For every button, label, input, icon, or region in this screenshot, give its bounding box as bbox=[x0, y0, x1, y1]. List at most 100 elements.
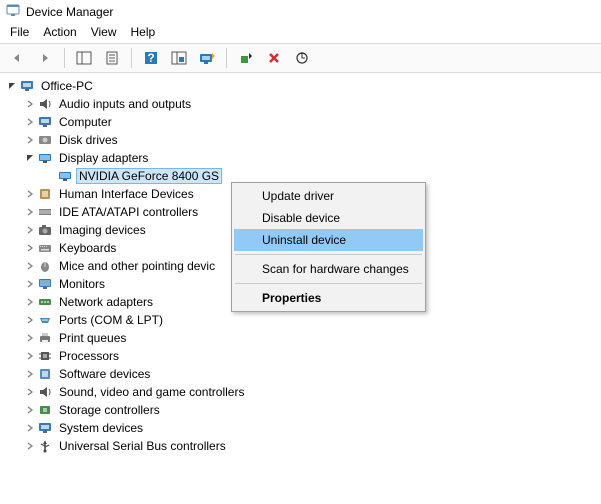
tree-item-sound[interactable]: Sound, video and game controllers bbox=[2, 383, 599, 401]
tree-item-label: Computer bbox=[56, 114, 115, 130]
tree-item-disk[interactable]: Disk drives bbox=[2, 131, 599, 149]
expand-arrow-icon[interactable] bbox=[24, 208, 36, 216]
svg-text:?: ? bbox=[147, 51, 154, 65]
tree-item-label: Disk drives bbox=[56, 132, 121, 148]
menu-file[interactable]: File bbox=[10, 25, 29, 39]
printer-icon bbox=[37, 330, 53, 346]
menubar: File Action View Help bbox=[0, 23, 601, 44]
tree-item-system[interactable]: System devices bbox=[2, 419, 599, 437]
context-menu-update-driver[interactable]: Update driver bbox=[234, 185, 423, 207]
tree-item-audio[interactable]: Audio inputs and outputs bbox=[2, 95, 599, 113]
software-icon bbox=[37, 366, 53, 382]
expand-arrow-icon[interactable] bbox=[24, 334, 36, 342]
tree-item-print[interactable]: Print queues bbox=[2, 329, 599, 347]
display-adapter-icon bbox=[37, 150, 53, 166]
uninstall-button[interactable] bbox=[263, 47, 285, 69]
expand-arrow-icon[interactable] bbox=[24, 136, 36, 144]
show-hide-tree-button[interactable] bbox=[73, 47, 95, 69]
expand-arrow-icon[interactable] bbox=[24, 100, 36, 108]
back-button[interactable] bbox=[6, 47, 28, 69]
expand-arrow-icon[interactable] bbox=[24, 226, 36, 234]
tree-item-label: Imaging devices bbox=[56, 222, 149, 238]
tree-item-processors[interactable]: Processors bbox=[2, 347, 599, 365]
device-manager-window: Device Manager File Action View Help ? O… bbox=[0, 0, 601, 504]
camera-icon bbox=[37, 222, 53, 238]
expand-arrow-icon[interactable] bbox=[24, 316, 36, 324]
tree-item-label: Ports (COM & LPT) bbox=[56, 312, 166, 328]
context-menu-scan-hardware[interactable]: Scan for hardware changes bbox=[234, 258, 423, 280]
menu-help[interactable]: Help bbox=[131, 25, 156, 39]
expand-arrow-icon[interactable] bbox=[24, 298, 36, 306]
window-title: Device Manager bbox=[26, 5, 113, 19]
scan-hardware-button[interactable] bbox=[291, 47, 313, 69]
device-tree[interactable]: Office-PC Audio inputs and outputs Compu… bbox=[0, 73, 601, 504]
monitor-icon bbox=[37, 276, 53, 292]
help-button[interactable]: ? bbox=[140, 47, 162, 69]
tree-item-label: Monitors bbox=[56, 276, 108, 292]
expand-arrow-icon[interactable] bbox=[24, 280, 36, 288]
toolbar: ? bbox=[0, 44, 601, 73]
system-icon bbox=[37, 420, 53, 436]
keyboard-icon bbox=[37, 240, 53, 256]
mouse-icon bbox=[37, 258, 53, 274]
tree-item-label: Audio inputs and outputs bbox=[56, 96, 194, 112]
display-adapter-icon bbox=[57, 168, 73, 184]
expand-arrow-icon[interactable] bbox=[24, 244, 36, 252]
cpu-icon bbox=[37, 348, 53, 364]
hid-icon bbox=[37, 186, 53, 202]
context-menu-separator bbox=[235, 283, 422, 284]
computer-icon bbox=[19, 78, 35, 94]
expand-arrow-icon[interactable] bbox=[24, 352, 36, 360]
speaker-icon bbox=[37, 384, 53, 400]
tree-item-storage[interactable]: Storage controllers bbox=[2, 401, 599, 419]
context-menu-properties[interactable]: Properties bbox=[234, 287, 423, 309]
network-icon bbox=[37, 294, 53, 310]
tree-item-label: Print queues bbox=[56, 330, 129, 346]
titlebar: Device Manager bbox=[0, 0, 601, 23]
expand-arrow-icon[interactable] bbox=[24, 388, 36, 396]
tree-item-computer[interactable]: Computer bbox=[2, 113, 599, 131]
toolbar-separator bbox=[64, 48, 65, 68]
tree-item-label: Mice and other pointing devic bbox=[56, 258, 218, 274]
tree-item-label: Universal Serial Bus controllers bbox=[56, 438, 229, 454]
enable-device-button[interactable] bbox=[235, 47, 257, 69]
expand-arrow-icon[interactable] bbox=[24, 406, 36, 414]
collapse-arrow-icon[interactable] bbox=[24, 154, 36, 162]
tree-root-label: Office-PC bbox=[38, 78, 96, 94]
expand-arrow-icon[interactable] bbox=[24, 424, 36, 432]
tree-item-label: Display adapters bbox=[56, 150, 151, 166]
tree-item-usb[interactable]: Universal Serial Bus controllers bbox=[2, 437, 599, 455]
expand-arrow-icon[interactable] bbox=[24, 118, 36, 126]
menu-action[interactable]: Action bbox=[43, 25, 76, 39]
app-icon bbox=[6, 3, 20, 20]
expand-arrow-icon[interactable] bbox=[24, 262, 36, 270]
computer-icon bbox=[37, 114, 53, 130]
speaker-icon bbox=[37, 96, 53, 112]
tree-item-display[interactable]: Display adapters bbox=[2, 149, 599, 167]
tree-item-label: IDE ATA/ATAPI controllers bbox=[56, 204, 201, 220]
expand-arrow-icon[interactable] bbox=[24, 442, 36, 450]
tree-item-label: Network adapters bbox=[56, 294, 156, 310]
action-button[interactable] bbox=[168, 47, 190, 69]
properties-button[interactable] bbox=[101, 47, 123, 69]
menu-view[interactable]: View bbox=[91, 25, 117, 39]
context-menu-uninstall-device[interactable]: Uninstall device bbox=[234, 229, 423, 251]
tree-item-ports[interactable]: Ports (COM & LPT) bbox=[2, 311, 599, 329]
forward-button[interactable] bbox=[34, 47, 56, 69]
toolbar-separator bbox=[226, 48, 227, 68]
update-driver-button[interactable] bbox=[196, 47, 218, 69]
usb-icon bbox=[37, 438, 53, 454]
tree-item-label: NVIDIA GeForce 8400 GS bbox=[76, 168, 222, 184]
tree-item-label: Keyboards bbox=[56, 240, 119, 256]
tree-item-software[interactable]: Software devices bbox=[2, 365, 599, 383]
storage-icon bbox=[37, 402, 53, 418]
tree-root[interactable]: Office-PC bbox=[2, 77, 599, 95]
collapse-arrow-icon[interactable] bbox=[6, 82, 18, 90]
expand-arrow-icon[interactable] bbox=[24, 370, 36, 378]
ide-icon bbox=[37, 204, 53, 220]
port-icon bbox=[37, 312, 53, 328]
context-menu-disable-device[interactable]: Disable device bbox=[234, 207, 423, 229]
disk-icon bbox=[37, 132, 53, 148]
expand-arrow-icon[interactable] bbox=[24, 190, 36, 198]
tree-item-label: System devices bbox=[56, 420, 146, 436]
